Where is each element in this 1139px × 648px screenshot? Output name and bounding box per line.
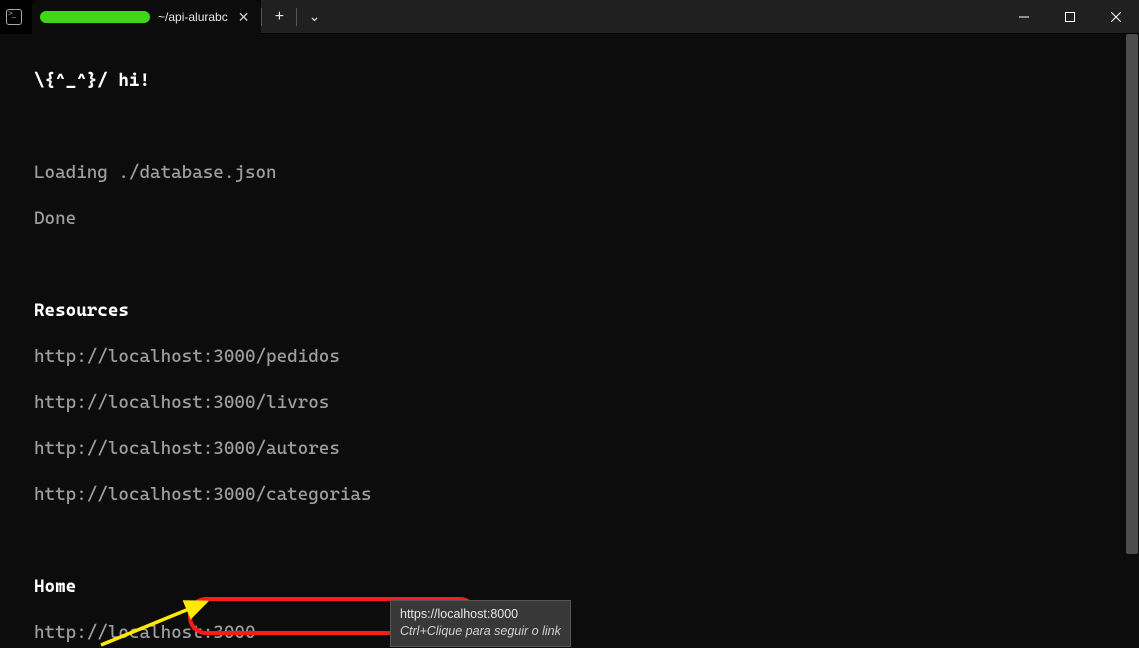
window-close-button[interactable] xyxy=(1093,0,1139,33)
window-maximize-button[interactable] xyxy=(1047,0,1093,33)
tab-title: ~/api-alurabc xyxy=(158,10,228,24)
tab-dropdown-button[interactable]: ⌄ xyxy=(297,0,331,33)
home-url: http://localhost:3000 xyxy=(8,621,1139,644)
done-line: Done xyxy=(8,207,1139,230)
resource-url: http://localhost:3000/categorias xyxy=(8,483,1139,506)
home-heading: Home xyxy=(34,576,76,597)
new-tab-button[interactable]: + xyxy=(262,0,296,33)
resource-url: http://localhost:3000/autores xyxy=(8,437,1139,460)
window-controls xyxy=(1001,0,1139,33)
window-minimize-button[interactable] xyxy=(1001,0,1047,33)
loading-line: Loading ./database.json xyxy=(8,161,1139,184)
resource-url: http://localhost:3000/livros xyxy=(8,391,1139,414)
tab-active[interactable]: ~/api-alurabc ✕ xyxy=(32,0,261,34)
terminal-app-icon xyxy=(6,9,22,25)
window-titlebar: ~/api-alurabc ✕ + ⌄ xyxy=(0,0,1139,34)
scrollbar-thumb[interactable] xyxy=(1126,34,1138,554)
tab-close-button[interactable]: ✕ xyxy=(236,8,252,26)
redacted-scribble xyxy=(40,11,150,23)
resources-heading: Resources xyxy=(34,300,129,321)
json-server-hi: \{^_^}/ hi! xyxy=(34,70,150,91)
resource-url: http://localhost:3000/pedidos xyxy=(8,345,1139,368)
terminal-output[interactable]: \{^_^}/ hi! Loading ./database.json Done… xyxy=(0,34,1139,648)
